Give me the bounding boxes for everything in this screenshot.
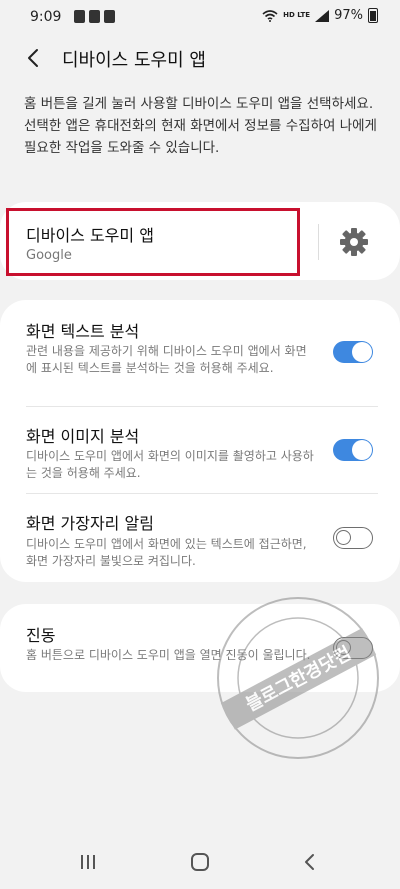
setting-description: 관련 내용을 제공하기 위해 디바이스 도우미 앱에서 화면에 표시된 텍스트를… bbox=[26, 344, 307, 375]
setting-title: 화면 텍스트 분석 bbox=[26, 322, 140, 341]
gallery-notification-icon bbox=[74, 10, 85, 23]
status-right: HD LTE 97% bbox=[262, 8, 378, 23]
home-icon bbox=[191, 853, 209, 871]
recents-button[interactable] bbox=[68, 850, 108, 874]
status-time: 9:09 bbox=[30, 9, 62, 25]
page-description: 홈 버튼을 길게 눌러 사용할 디바이스 도우미 앱을 선택하세요. 선택한 앱… bbox=[24, 96, 377, 156]
setting-row-screen-image[interactable]: 화면 이미지 분석 디바이스 도우미 앱에서 화면의 이미지를 촬영하고 사용하… bbox=[0, 407, 400, 493]
setting-description: 디바이스 도우미 앱에서 화면의 이미지를 촬영하고 사용하는 것을 허용해 주… bbox=[26, 449, 314, 480]
vibration-settings-card: 진동 홈 버튼으로 디바이스 도우미 앱을 열면 진동이 울립니다. bbox=[0, 604, 400, 692]
notification-icons bbox=[74, 10, 115, 23]
recents-icon bbox=[81, 855, 95, 869]
navigation-bar bbox=[0, 836, 400, 889]
chevron-left-icon bbox=[28, 49, 38, 67]
screen-analysis-settings-card: 화면 텍스트 분석 관련 내용을 제공하기 위해 디바이스 도우미 앱에서 화면… bbox=[0, 300, 400, 582]
screen-image-toggle[interactable] bbox=[333, 439, 373, 461]
signal-icon bbox=[315, 9, 330, 22]
setting-title: 진동 bbox=[26, 626, 56, 645]
toggle-knob bbox=[352, 342, 372, 362]
home-button[interactable] bbox=[180, 850, 220, 874]
setting-title: 화면 이미지 분석 bbox=[26, 427, 140, 446]
vertical-divider bbox=[318, 224, 319, 260]
assistant-app-card: 디바이스 도우미 앱 Google bbox=[0, 202, 400, 280]
back-icon bbox=[305, 854, 314, 870]
screen-text-toggle[interactable] bbox=[333, 341, 373, 363]
setting-row-screen-text[interactable]: 화면 텍스트 분석 관련 내용을 제공하기 위해 디바이스 도우미 앱에서 화면… bbox=[0, 300, 400, 406]
page-header: 디바이스 도우미 앱 bbox=[0, 36, 400, 80]
gear-icon bbox=[340, 228, 368, 256]
assistant-settings-button[interactable] bbox=[336, 224, 372, 260]
toggle-knob bbox=[336, 640, 351, 655]
setting-description: 디바이스 도우미 앱에서 화면에 있는 텍스트에 접근하면, 화면 가장자리 불… bbox=[26, 537, 307, 568]
nav-back-button[interactable] bbox=[290, 850, 330, 874]
battery-percent: 97% bbox=[334, 8, 363, 23]
status-bar: 9:09 HD LTE 97% bbox=[0, 0, 400, 36]
page-title: 디바이스 도우미 앱 bbox=[62, 50, 206, 71]
toggle-knob bbox=[352, 440, 372, 460]
setting-row-vibration[interactable]: 진동 홈 버튼으로 디바이스 도우미 앱을 열면 진동이 울립니다. bbox=[0, 604, 400, 692]
setting-description: 홈 버튼으로 디바이스 도우미 앱을 열면 진동이 울립니다. bbox=[26, 648, 311, 662]
vibration-toggle[interactable] bbox=[333, 637, 373, 659]
toggle-knob bbox=[336, 530, 351, 545]
network-type-label: HD LTE bbox=[283, 11, 311, 19]
red-highlight-box bbox=[6, 208, 300, 276]
back-button[interactable] bbox=[20, 44, 50, 72]
message-notification-icon bbox=[89, 10, 100, 23]
wifi-icon bbox=[262, 9, 278, 22]
battery-icon bbox=[368, 8, 378, 23]
edge-lighting-toggle[interactable] bbox=[333, 527, 373, 549]
news-notification-icon bbox=[104, 10, 115, 23]
setting-title: 화면 가장자리 알림 bbox=[26, 514, 154, 533]
setting-row-edge-lighting[interactable]: 화면 가장자리 알림 디바이스 도우미 앱에서 화면에 있는 텍스트에 접근하면… bbox=[0, 494, 400, 582]
